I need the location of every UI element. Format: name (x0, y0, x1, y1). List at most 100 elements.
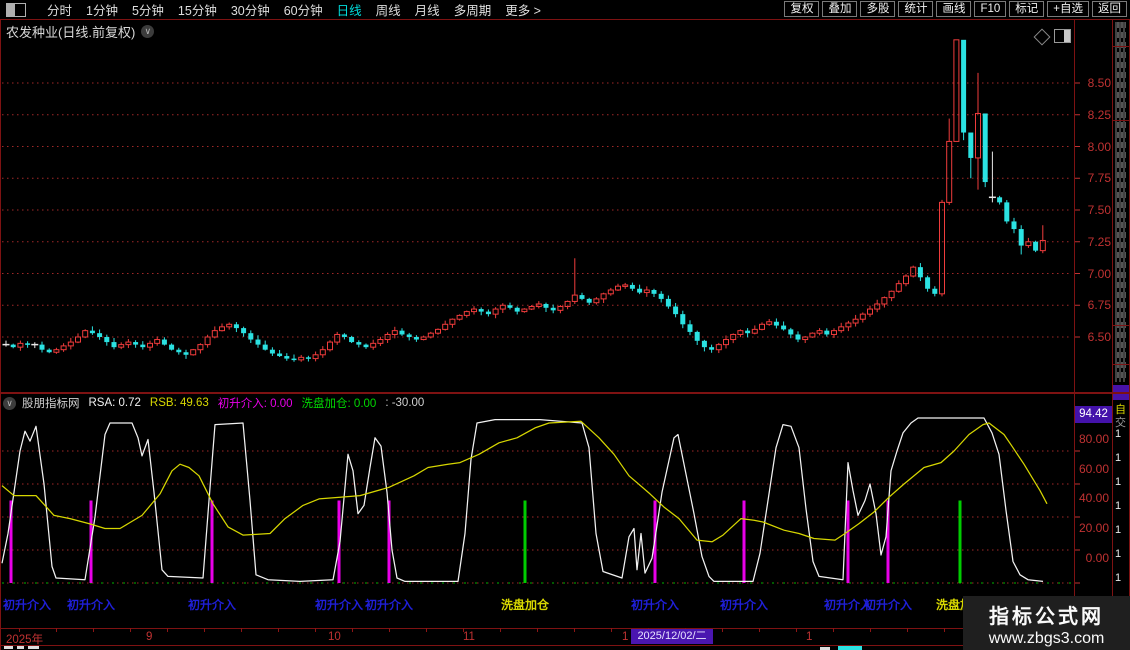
split-window-icon[interactable] (6, 3, 26, 17)
sidebar-item-number[interactable]: 1 (1115, 476, 1127, 488)
action-button-返回[interactable]: 返回 (1092, 1, 1127, 17)
date-axis-tick (796, 628, 797, 632)
action-button-+自选[interactable]: +自选 (1047, 1, 1089, 17)
date-axis-label: 11 (463, 631, 475, 643)
date-axis-tick (352, 628, 353, 632)
sidebar-item-number[interactable]: 1 (1115, 452, 1127, 464)
site-watermark: 指标公式网 www.zbgs3.com (963, 596, 1130, 650)
frame-line (0, 0, 1, 650)
stock-app-window: 分时1分钟5分钟15分钟30分钟60分钟日线周线月线多周期更多 > 复权叠加多股… (0, 0, 1130, 650)
period-tab-日线[interactable]: 日线 (330, 0, 369, 19)
date-axis-tick (93, 628, 94, 632)
date-axis-tick (870, 628, 871, 632)
action-button-画线[interactable]: 画线 (936, 1, 971, 17)
price-axis-label: 8.00 (1077, 140, 1111, 154)
period-tab-15分钟[interactable]: 15分钟 (171, 0, 224, 19)
date-axis-tick (500, 628, 501, 632)
date-axis-tick (574, 628, 575, 632)
date-axis-tick (426, 628, 427, 632)
strip-divider (1113, 364, 1130, 365)
rsb-value: RSB: 49.63 (150, 397, 209, 409)
stock-title[interactable]: 农发种业(日线.前复权) (6, 22, 135, 41)
action-button-标记[interactable]: 标记 (1009, 1, 1044, 17)
date-axis-tick (130, 628, 131, 632)
action-button-统计[interactable]: 统计 (898, 1, 933, 17)
period-tab-1分钟[interactable]: 1分钟 (79, 0, 125, 19)
indicator-axis-label: 60.00 (1075, 462, 1109, 476)
frame-line (0, 645, 1130, 646)
action-button-复权[interactable]: 复权 (784, 1, 819, 17)
date-axis-tick (463, 628, 464, 632)
split-window-icon-fill (7, 4, 15, 16)
date-axis-tick (907, 628, 908, 632)
indicator-axis-label: 40.00 (1075, 491, 1109, 505)
period-tab-月线[interactable]: 月线 (408, 0, 447, 19)
sidebar-item-number[interactable]: 1 (1115, 572, 1127, 584)
date-axis-tick (722, 628, 723, 632)
signal-label-初升介入: 初升介入 (2, 596, 52, 613)
period-tab-5分钟[interactable]: 5分钟 (125, 0, 171, 19)
date-axis-label: 2025年 (6, 631, 43, 647)
signal-label-初升介入: 初升介入 (364, 596, 414, 613)
strip-divider (1113, 46, 1130, 47)
indicator-axis-label: 20.00 (1075, 521, 1109, 535)
signal2-value: 洗盘加仓: 0.00 (302, 395, 377, 411)
date-axis-tick (241, 628, 242, 632)
price-axis-label: 8.25 (1077, 108, 1111, 122)
sidebar-item-number[interactable]: 1 (1115, 548, 1127, 560)
price-axis-label: 7.50 (1077, 203, 1111, 217)
date-axis-tick (944, 628, 945, 632)
signal-label-初升介入: 初升介入 (630, 596, 680, 613)
signal-label-初升介入: 初升介入 (863, 596, 913, 613)
date-axis-tick (759, 628, 760, 632)
indicator-header: ∨ 股朋指标网 RSA: 0.72 RSB: 49.63 初升介入: 0.00 … (3, 395, 433, 411)
action-button-叠加[interactable]: 叠加 (822, 1, 857, 17)
indicator-chevron-icon[interactable]: ∨ (3, 397, 16, 410)
signal-label-初升介入: 初升介入 (314, 596, 364, 613)
price-axis-label: 8.50 (1077, 76, 1111, 90)
title-chevron-down-icon[interactable]: ∨ (141, 25, 154, 38)
sidebar-item-number[interactable]: 1 (1115, 500, 1127, 512)
price-axis-label: 6.75 (1077, 298, 1111, 312)
date-axis-tick (278, 628, 279, 632)
sidebar-item-number[interactable]: 1 (1115, 428, 1127, 440)
period-tab-多周期[interactable]: 多周期 (447, 0, 499, 19)
clipped-text-fragment (838, 646, 862, 650)
pane-toggle-icon[interactable] (1054, 29, 1071, 43)
indicator-source[interactable]: 股朋指标网 (22, 395, 80, 411)
period-tab-更多 >[interactable]: 更多 > (498, 0, 548, 19)
indicator-axis-label: 80.00 (1075, 432, 1109, 446)
strip-divider (1113, 325, 1130, 326)
sidebar-item-number[interactable]: 1 (1115, 524, 1127, 536)
action-buttons: 复权叠加多股统计画线F10标记+自选返回 (781, 1, 1127, 17)
sidebar-vertical-text (1115, 22, 1126, 382)
date-axis-label: 10 (328, 631, 341, 643)
period-tab-30分钟[interactable]: 30分钟 (224, 0, 277, 19)
period-tab-60分钟[interactable]: 60分钟 (277, 0, 330, 19)
rsa-value: RSA: 0.72 (89, 397, 141, 409)
period-tab-分时[interactable]: 分时 (40, 0, 79, 19)
signal-label-洗盘加仓: 洗盘加仓 (500, 596, 550, 613)
price-axis-label: 7.75 (1077, 171, 1111, 185)
date-axis-label: 1 (622, 631, 628, 643)
action-button-多股[interactable]: 多股 (860, 1, 895, 17)
date-axis-label: 9 (146, 631, 152, 643)
price-axis-label: 6.50 (1077, 330, 1111, 344)
right-sidebar-strip[interactable]: 自 交 1111111 (1113, 20, 1129, 650)
date-axis-tick (167, 628, 168, 632)
watermark-site-url: www.zbgs3.com (963, 630, 1130, 648)
panel-separator[interactable] (0, 392, 1130, 394)
action-button-F10[interactable]: F10 (974, 1, 1006, 17)
signal-label-初升介入: 初升介入 (719, 596, 769, 613)
signal1-value: 初升介入: 0.00 (218, 395, 293, 411)
date-axis-tick (389, 628, 390, 632)
period-toolbar: 分时1分钟5分钟15分钟30分钟60分钟日线周线月线多周期更多 > 复权叠加多股… (0, 0, 1130, 19)
chart-canvas (0, 0, 1130, 650)
period-tab-周线[interactable]: 周线 (369, 0, 408, 19)
price-axis-label: 7.00 (1077, 267, 1111, 281)
date-highlight-badge: 2025/12/02/二 (631, 629, 713, 644)
extra-value: : -30.00 (385, 397, 424, 409)
watermark-site-name: 指标公式网 (963, 600, 1130, 629)
date-axis-tick (56, 628, 57, 632)
date-axis-tick (204, 628, 205, 632)
